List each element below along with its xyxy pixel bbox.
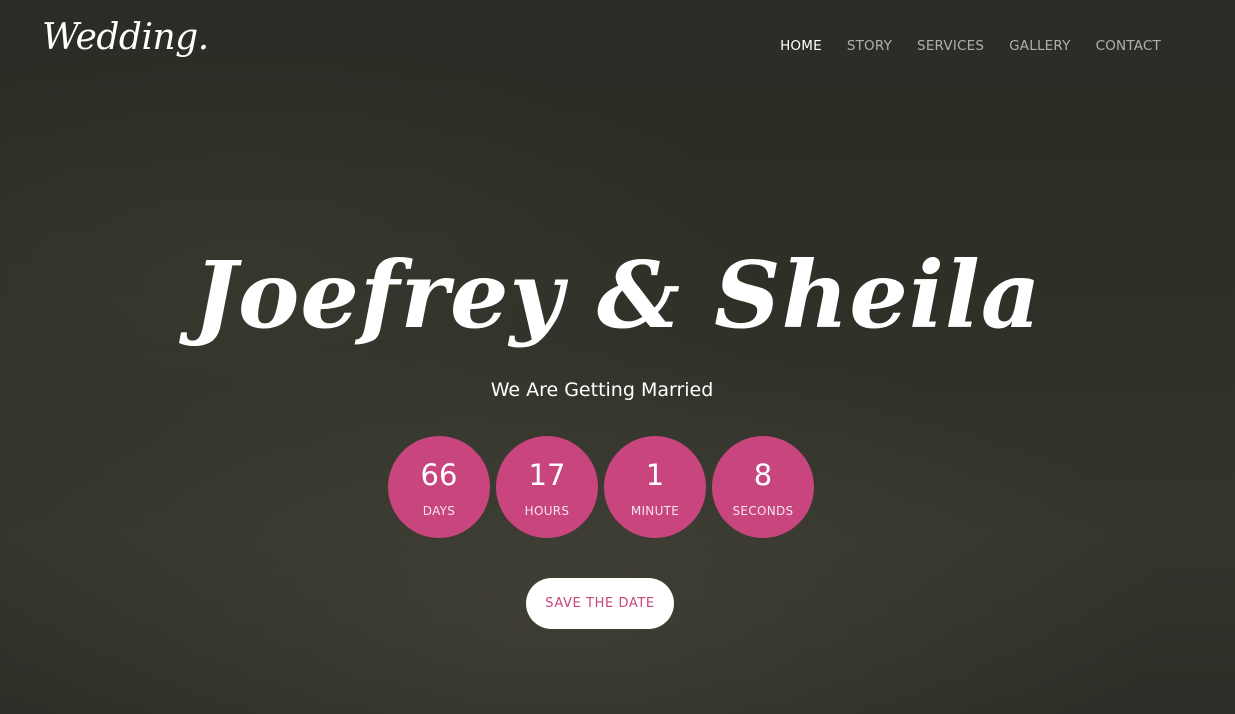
countdown-days-value: 66 <box>420 457 458 492</box>
countdown-seconds-label: SECONDS <box>732 503 794 518</box>
countdown-days: 66 DAYS <box>388 436 490 538</box>
countdown-days-label: DAYS <box>422 503 456 518</box>
countdown-seconds-value: 8 <box>753 457 773 492</box>
main-nav: HOME STORY SERVICES GALLERY CONTACT <box>780 38 1161 54</box>
countdown-minutes-value: 1 <box>645 457 665 492</box>
nav-item-services[interactable]: SERVICES <box>917 38 984 54</box>
hero-section: Wedding. HOME STORY SERVICES GALLERY CON… <box>0 0 1235 714</box>
site-logo[interactable]: Wedding. <box>42 18 209 58</box>
hero-tagline: We Are Getting Married <box>490 379 714 401</box>
countdown-timer: 66 DAYS 17 HOURS 1 MINUTE 8 SECONDS <box>388 436 814 538</box>
couple-names: Joefrey & Sheila <box>193 241 1042 349</box>
countdown-hours: 17 HOURS <box>496 436 598 538</box>
countdown-minutes-label: MINUTE <box>630 503 680 518</box>
nav-item-contact[interactable]: CONTACT <box>1096 38 1161 54</box>
save-the-date-button[interactable]: SAVE THE DATE <box>526 578 674 629</box>
countdown-hours-label: HOURS <box>524 503 570 518</box>
countdown-seconds: 8 SECONDS <box>712 436 814 538</box>
countdown-minutes: 1 MINUTE <box>604 436 706 538</box>
nav-item-story[interactable]: STORY <box>847 38 892 54</box>
countdown-hours-value: 17 <box>528 457 566 492</box>
nav-item-gallery[interactable]: GALLERY <box>1009 38 1070 54</box>
nav-item-home[interactable]: HOME <box>780 38 822 54</box>
